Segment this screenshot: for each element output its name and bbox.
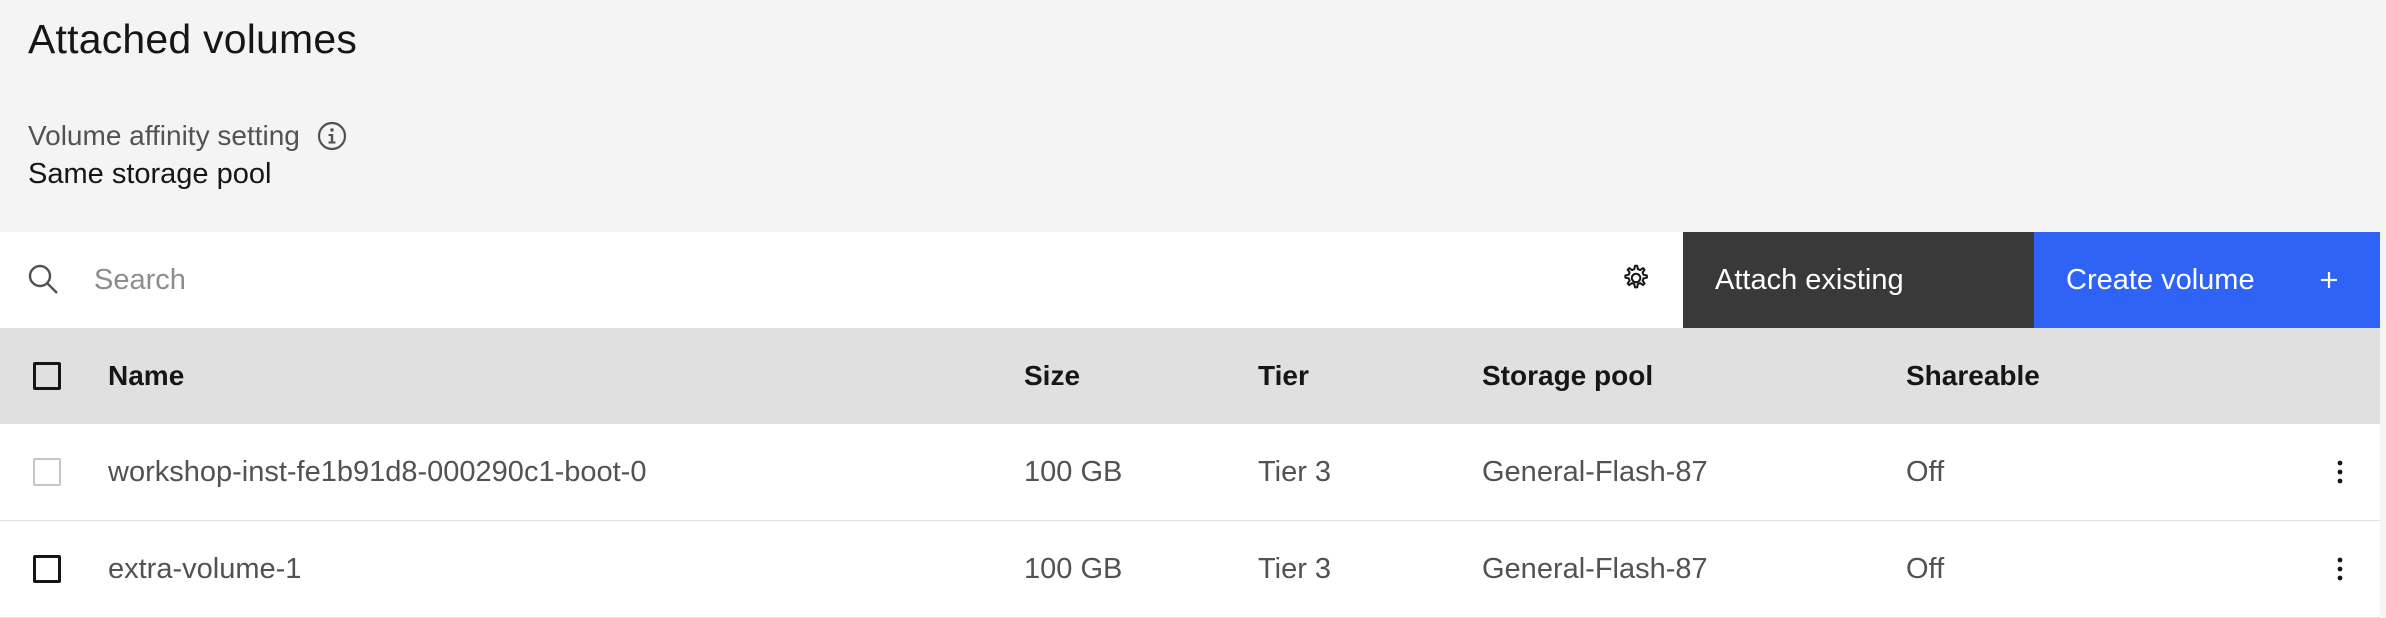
column-header-shareable[interactable]: Shareable [1906,328,2040,424]
volume-storage-pool: General-Flash-87 [1482,455,1708,488]
search-icon [26,262,60,296]
row-checkbox[interactable] [33,555,61,583]
volume-tier: Tier 3 [1258,552,1332,585]
create-volume-button[interactable]: Create volume [2034,232,2380,328]
table-search [0,232,1587,328]
page-title: Attached volumes [28,16,358,62]
gear-icon [1618,261,1652,300]
volume-name: workshop-inst-fe1b91d8-000290c1-boot-0 [108,455,647,488]
column-header-tier[interactable]: Tier [1258,328,1309,424]
overflow-menu-vertical-icon[interactable] [2326,458,2354,486]
column-header-name[interactable]: Name [108,328,184,424]
volume-shareable: Off [1906,455,1945,488]
affinity-setting-label: Volume affinity setting [28,120,300,151]
column-header-size[interactable]: Size [1024,328,1080,424]
table-row: workshop-inst-fe1b91d8-000290c1-boot-0 1… [0,424,2380,521]
table-header-row: Name Size Tier Storage pool Shareable [0,328,2380,424]
attach-existing-button[interactable]: Attach existing [1683,232,2034,328]
volume-storage-pool: General-Flash-87 [1482,552,1708,585]
table-settings-button[interactable] [1587,232,1683,328]
information-icon[interactable] [316,120,348,152]
search-input[interactable] [92,249,1546,311]
affinity-setting-value: Same storage pool [28,158,272,190]
attached-volumes-page: Attached volumes Volume affinity setting… [0,0,2386,618]
create-volume-label: Create volume [2066,263,2255,296]
plus-icon [2314,265,2344,295]
overflow-menu-vertical-icon[interactable] [2326,555,2354,583]
row-checkbox [33,458,61,486]
volume-tier: Tier 3 [1258,455,1332,488]
table-row: extra-volume-1 100 GB Tier 3 General-Fla… [0,521,2380,618]
volume-shareable: Off [1906,552,1945,585]
table-toolbar: Attach existing Create volume [0,232,2380,328]
volume-name: extra-volume-1 [108,552,302,585]
column-header-storage-pool[interactable]: Storage pool [1482,328,1653,424]
select-all-checkbox[interactable] [33,362,61,390]
volume-size: 100 GB [1024,455,1123,488]
affinity-setting-label-row: Volume affinity setting [28,118,348,154]
volume-size: 100 GB [1024,552,1123,585]
volumes-table: Name Size Tier Storage pool Shareable wo… [0,328,2380,618]
